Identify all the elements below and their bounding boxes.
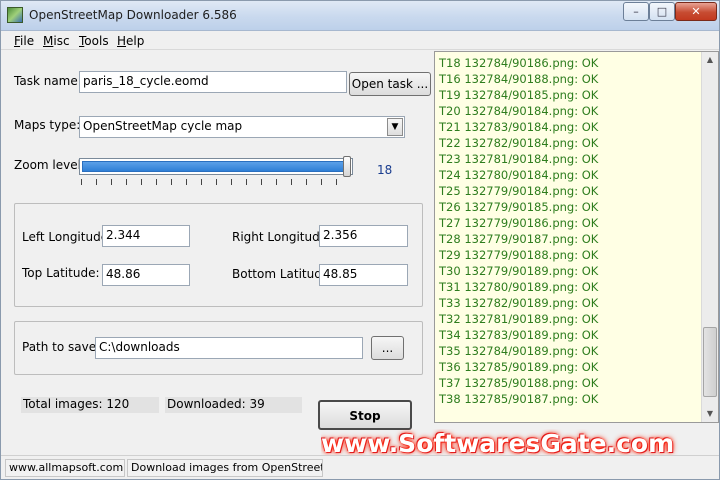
log-line: T30 132779/90189.png: OK xyxy=(439,264,599,278)
maps-type-value: OpenStreetMap cycle map xyxy=(83,119,243,133)
log-line: T37 132785/90188.png: OK xyxy=(439,376,599,390)
log-line: T35 132784/90189.png: OK xyxy=(439,344,599,358)
log-line: T31 132780/90189.png: OK xyxy=(439,280,599,294)
top-latitude-label: Top Latitude: xyxy=(22,266,100,280)
left-longitude-input[interactable]: 2.344 xyxy=(102,225,190,247)
maps-type-label: Maps type: xyxy=(14,118,81,132)
zoom-slider-ticks xyxy=(81,179,351,185)
log-line: T19 132784/90185.png: OK xyxy=(439,88,599,102)
log-line: T26 132779/90185.png: OK xyxy=(439,200,599,214)
log-line: T21 132783/90184.png: OK xyxy=(439,120,599,134)
menu-help-label: elp xyxy=(126,34,145,48)
maximize-button[interactable]: □ xyxy=(649,2,675,21)
task-name-input[interactable]: paris_18_cycle.eomd xyxy=(79,71,347,93)
left-longitude-label: Left Longitude: xyxy=(22,230,113,244)
close-button[interactable]: ✕ xyxy=(675,2,717,21)
log-line: T22 132782/90184.png: OK xyxy=(439,136,599,150)
downloaded-counter: Downloaded: 39 xyxy=(165,397,302,413)
menu-misc[interactable]: Misc xyxy=(43,34,70,48)
top-latitude-input[interactable]: 48.86 xyxy=(102,264,190,286)
scroll-up-icon[interactable]: ▲ xyxy=(702,52,718,68)
task-name-label: Task name: xyxy=(14,74,82,88)
zoom-level-value: 18 xyxy=(377,163,393,177)
path-to-save-input[interactable]: C:\downloads xyxy=(95,337,363,359)
map-app-icon xyxy=(7,7,23,23)
log-line: T28 132779/90187.png: OK xyxy=(439,232,599,246)
log-line: T24 132780/90184.png: OK xyxy=(439,168,599,182)
menu-help[interactable]: Help xyxy=(117,34,144,48)
scroll-down-icon[interactable]: ▼ xyxy=(702,406,718,422)
menu-misc-label: isc xyxy=(53,34,70,48)
path-to-save-label: Path to save: xyxy=(22,340,101,354)
menu-file[interactable]: File xyxy=(14,34,34,48)
browse-button[interactable]: ... xyxy=(371,336,404,360)
menu-help-mnemonic: H xyxy=(117,34,127,48)
log-scrollbar[interactable]: ▲ ▼ xyxy=(701,52,718,422)
zoom-slider-handle[interactable] xyxy=(343,156,351,177)
maps-type-select[interactable]: OpenStreetMap cycle map ▼ xyxy=(79,116,405,138)
zoom-level-slider[interactable] xyxy=(79,158,353,175)
status-message: Download images from OpenStreetMap xyxy=(127,459,323,477)
menu-tools[interactable]: Tools xyxy=(79,34,109,48)
title-bar: OpenStreetMap Downloader 6.586 – □ ✕ xyxy=(1,1,719,31)
total-images-counter: Total images: 120 xyxy=(21,397,159,413)
log-line: T32 132781/90189.png: OK xyxy=(439,312,599,326)
coordinates-group xyxy=(14,203,423,307)
log-line: T20 132784/90184.png: OK xyxy=(439,104,599,118)
zoom-level-fill xyxy=(82,161,348,172)
log-line: T25 132779/90184.png: OK xyxy=(439,184,599,198)
menu-misc-mnemonic: M xyxy=(43,34,54,48)
log-line: T33 132782/90189.png: OK xyxy=(439,296,599,310)
open-task-button[interactable]: Open task ... xyxy=(349,72,431,96)
log-line: T23 132781/90184.png: OK xyxy=(439,152,599,166)
stop-button[interactable]: Stop xyxy=(318,400,412,430)
menu-bar: File Misc Tools Help xyxy=(1,32,719,50)
log-line: T36 132785/90189.png: OK xyxy=(439,360,599,374)
status-website: www.allmapsoft.com xyxy=(5,459,125,477)
download-log[interactable]: T18 132784/90186.png: OK T16 132784/90188… xyxy=(434,51,719,423)
right-longitude-input[interactable]: 2.356 xyxy=(319,225,408,247)
menu-file-label: ile xyxy=(20,34,35,48)
status-bar: www.allmapsoft.com Download images from … xyxy=(1,455,719,479)
menu-tools-label: ools xyxy=(84,34,109,48)
zoom-level-label: Zoom level: xyxy=(14,158,85,172)
app-window: OpenStreetMap Downloader 6.586 – □ ✕ Fil… xyxy=(0,0,720,480)
log-line: T16 132784/90188.png: OK xyxy=(439,72,599,86)
minimize-button[interactable]: – xyxy=(623,2,649,21)
window-title: OpenStreetMap Downloader 6.586 xyxy=(29,8,237,22)
log-line: T18 132784/90186.png: OK xyxy=(439,56,599,70)
log-scroll-thumb[interactable] xyxy=(703,327,717,397)
log-line: T38 132785/90187.png: OK xyxy=(439,392,599,406)
bottom-latitude-input[interactable]: 48.85 xyxy=(319,264,408,286)
chevron-down-icon[interactable]: ▼ xyxy=(387,118,403,136)
log-line: T29 132779/90188.png: OK xyxy=(439,248,599,262)
log-lines: T18 132784/90186.png: OK T16 132784/90188… xyxy=(439,55,598,407)
right-longitude-label: Right Longitude: xyxy=(232,230,332,244)
log-line: T27 132779/90186.png: OK xyxy=(439,216,599,230)
log-line: T34 132783/90189.png: OK xyxy=(439,328,599,342)
